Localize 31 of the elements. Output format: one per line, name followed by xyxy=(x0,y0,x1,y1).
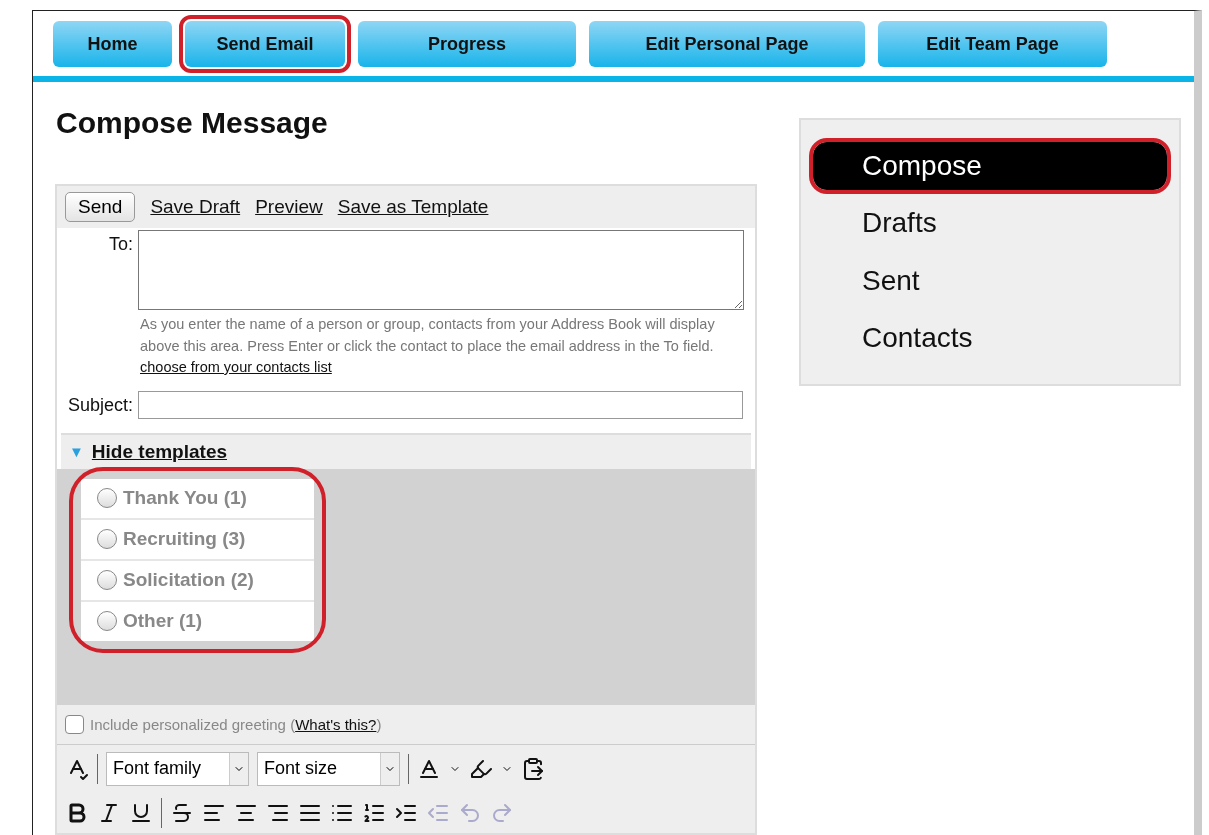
font-select[interactable]: Font family xyxy=(106,751,249,786)
subject-label: Subject: xyxy=(66,393,133,417)
whats-this-link[interactable]: What's this? xyxy=(295,715,377,733)
nav-tab[interactable]: Edit Team Page xyxy=(878,21,1107,67)
clipboard-icon[interactable] xyxy=(521,756,545,781)
to-field[interactable] xyxy=(138,230,744,310)
to-label: To: xyxy=(108,233,133,256)
sidebar-item[interactable]: Sent xyxy=(813,256,1167,305)
template-option[interactable]: Solicitation (2) xyxy=(81,560,314,600)
to-help-text: As you enter the name of a person or group, contacts from your Address Book will display above this area. Press Enter or click the contact to place the email address in the To field. choose from your contacts list xyxy=(140,315,716,377)
nav-tab[interactable]: Edit Personal Page xyxy=(589,21,865,67)
subject-field[interactable] xyxy=(138,390,743,419)
action-link[interactable]: Preview xyxy=(255,196,323,218)
dropdown-caret-icon[interactable] xyxy=(229,752,248,785)
contacts-link[interactable]: choose from your contacts list xyxy=(140,359,332,375)
template-option[interactable]: Other (1) xyxy=(81,601,314,641)
sidebar-item[interactable]: Drafts xyxy=(813,199,1167,248)
dropdown-caret-icon[interactable] xyxy=(380,752,399,785)
greeting-checkbox[interactable] xyxy=(65,714,84,734)
greeting-label: Include personalized greeting (What's this?) xyxy=(90,715,382,733)
action-link[interactable]: Save as Template xyxy=(337,196,489,218)
font-select[interactable]: Font size xyxy=(257,751,400,786)
page-title: Compose Message xyxy=(56,106,329,140)
sidebar-item[interactable]: Contacts xyxy=(813,313,1167,362)
send-button[interactable]: Send xyxy=(65,192,136,222)
template-option[interactable]: Recruiting (3) xyxy=(81,519,314,559)
nav-tab[interactable]: Progress xyxy=(358,21,576,67)
template-option[interactable]: Thank You (1) xyxy=(81,478,314,518)
nav-tab[interactable]: Home xyxy=(53,21,172,67)
hide-templates-link[interactable]: Hide templates xyxy=(91,440,227,463)
action-link[interactable]: Save Draft xyxy=(150,196,241,218)
